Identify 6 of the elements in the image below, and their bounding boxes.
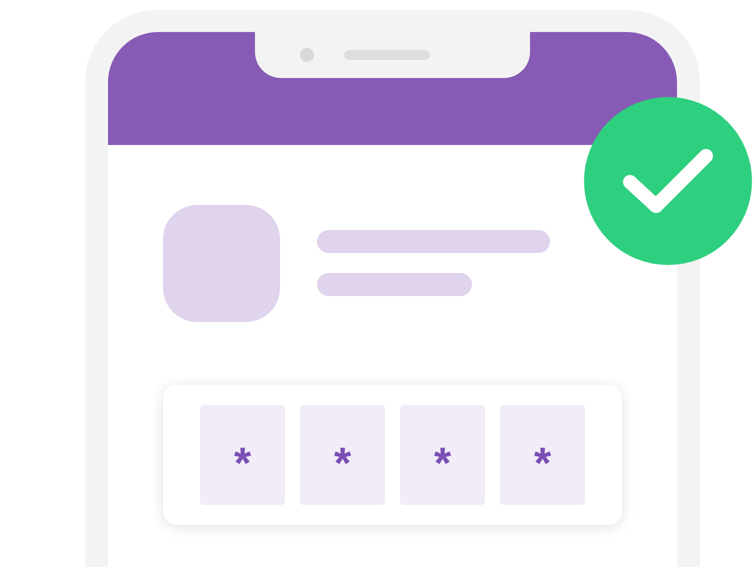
camera-icon [300, 48, 314, 62]
pin-digit[interactable]: * [400, 405, 485, 505]
pin-digit[interactable]: * [200, 405, 285, 505]
pin-digit[interactable]: * [500, 405, 585, 505]
pin-digit[interactable]: * [300, 405, 385, 505]
checkmark-icon [622, 146, 714, 216]
